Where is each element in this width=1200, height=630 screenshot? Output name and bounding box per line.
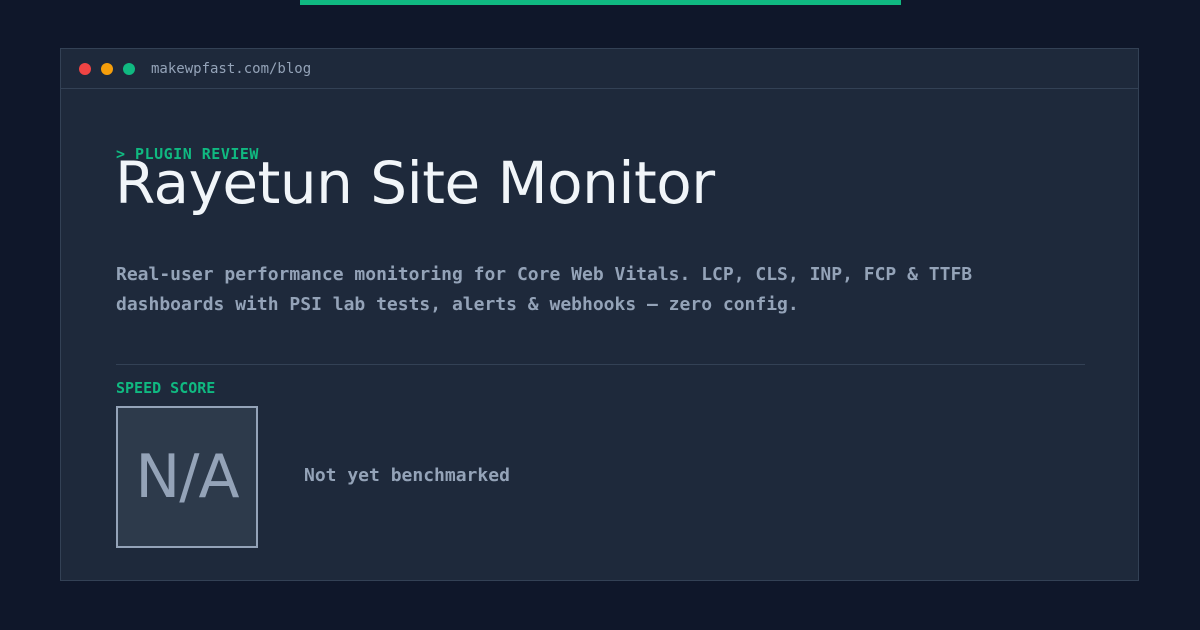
url-text: makewpfast.com/blog [151,60,312,77]
speed-score-status: Not yet benchmarked [304,465,510,486]
page-title: Rayetun Site Monitor [115,149,715,217]
description-line-1: Real-user performance monitoring for Cor… [116,264,973,285]
close-dot-icon [79,62,91,75]
description: Real-user performance monitoring for Cor… [116,260,1056,320]
speed-score-label: SPEED SCORE [116,379,216,397]
speed-score-box: N/A [116,406,258,548]
top-accent-bar [300,0,901,5]
description-line-2: dashboards with PSI lab tests, alerts & … [116,294,799,315]
speed-score-value: N/A [135,442,239,512]
minimize-dot-icon [101,62,113,75]
window-titlebar: makewpfast.com/blog [61,49,1138,89]
browser-window: makewpfast.com/blog > PLUGIN REVIEW Raye… [60,48,1139,581]
maximize-dot-icon [123,62,135,75]
section-divider [116,364,1085,365]
